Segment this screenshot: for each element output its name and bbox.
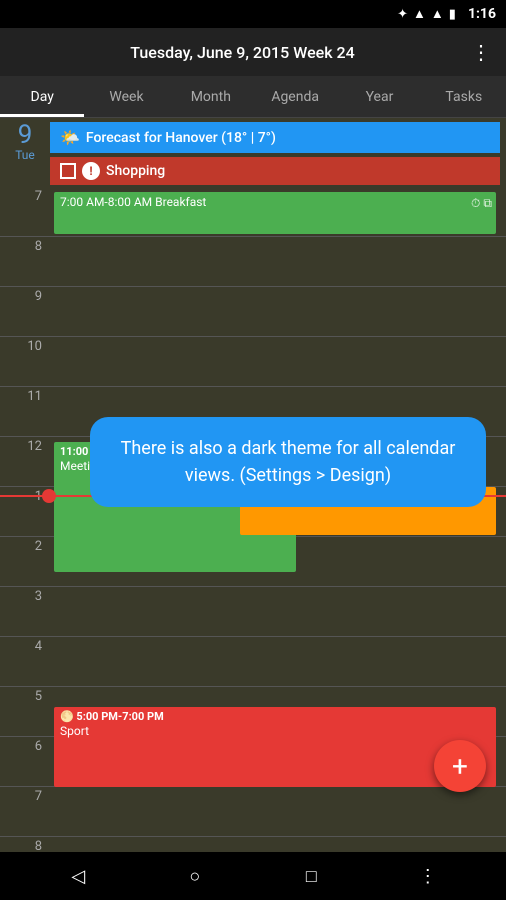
breakfast-event-time: 7:00 AM-8:00 AM Breakfast <box>60 195 206 209</box>
tab-bar: Day Week Month Agenda Year Tasks <box>0 76 506 118</box>
add-icon: + <box>452 750 468 783</box>
signal-icon: ▲ <box>431 6 444 22</box>
app-header: Tuesday, June 9, 2015 Week 24 ⋮ <box>0 28 506 76</box>
time-label-7b: 7 <box>0 787 50 836</box>
time-label-12: 12 <box>0 437 50 486</box>
forecast-event[interactable]: 🌤️ Forecast for Hanover (18° | 7°) <box>50 122 500 153</box>
shopping-event[interactable]: ! Shopping <box>50 157 500 185</box>
sport-emoji: 🌕 <box>60 710 74 723</box>
time-label-5: 5 <box>0 687 50 736</box>
current-time-dot <box>42 489 56 503</box>
sport-event-time: 🌕 5:00 PM-7:00 PM <box>60 710 490 724</box>
time-row-7b: 7 <box>0 787 506 837</box>
wifi-icon: ▲ <box>413 6 426 22</box>
status-icons: ✦ ▲ ▲ ▮ <box>397 6 456 22</box>
tab-year[interactable]: Year <box>337 76 421 117</box>
tab-agenda[interactable]: Agenda <box>253 76 337 117</box>
recents-button[interactable]: □ <box>291 856 331 896</box>
day-name: Tue <box>15 148 35 162</box>
status-bar: ✦ ▲ ▲ ▮ 1:16 <box>0 0 506 28</box>
all-day-events: 9 Tue 🌤️ Forecast for Hanover (18° | 7°)… <box>0 118 506 187</box>
battery-icon: ▮ <box>449 7 456 22</box>
time-row-9: 9 <box>0 287 506 337</box>
more-menu-button[interactable]: ⋮ <box>471 40 492 64</box>
add-event-fab[interactable]: + <box>434 740 486 792</box>
day-number: 9 <box>18 122 33 148</box>
sport-event-name: Sport <box>60 724 490 740</box>
time-label-4: 4 <box>0 637 50 686</box>
time-row-8b: 8 <box>0 837 506 852</box>
home-icon: ○ <box>189 866 200 887</box>
nav-more-icon: ⋮ <box>419 866 437 887</box>
recents-icon: □ <box>306 866 317 887</box>
time-label-3: 3 <box>0 587 50 636</box>
shopping-label: Shopping <box>106 163 165 179</box>
header-title: Tuesday, June 9, 2015 Week 24 <box>38 43 447 62</box>
time-label-8b: 8 <box>0 837 50 852</box>
sport-event[interactable]: 🌕 5:00 PM-7:00 PM Sport <box>54 707 496 787</box>
tab-day[interactable]: Day <box>0 76 84 117</box>
time-row-4: 4 <box>0 637 506 687</box>
shopping-alert-icon: ! <box>82 162 100 180</box>
tab-tasks[interactable]: Tasks <box>422 76 506 117</box>
breakfast-event-icons: ⏱ ⧉ <box>471 196 492 212</box>
status-time: 1:16 <box>468 6 496 22</box>
bluetooth-icon: ✦ <box>397 7 408 22</box>
time-row-10: 10 <box>0 337 506 387</box>
day-header: 9 Tue <box>0 118 50 187</box>
clock-icon: ⏱ <box>471 196 480 212</box>
time-label-9: 9 <box>0 287 50 336</box>
tab-month[interactable]: Month <box>169 76 253 117</box>
time-label-2: 2 <box>0 537 50 586</box>
shopping-checkbox[interactable] <box>60 163 76 179</box>
back-icon: ◁ <box>71 866 85 887</box>
forecast-icon: 🌤️ <box>60 128 80 147</box>
time-row-3: 3 <box>0 587 506 637</box>
time-row-8: 8 <box>0 237 506 287</box>
tooltip-bubble: There is also a dark theme for all calen… <box>90 417 486 507</box>
time-label-11: 11 <box>0 387 50 436</box>
time-label-6: 6 <box>0 737 50 786</box>
home-button[interactable]: ○ <box>175 856 215 896</box>
time-grid: 7 8 9 10 11 12 1 2 <box>0 187 506 852</box>
time-label-8: 8 <box>0 237 50 286</box>
nav-more-button[interactable]: ⋮ <box>408 856 448 896</box>
tooltip-text: There is also a dark theme for all calen… <box>121 438 456 486</box>
bottom-nav: ◁ ○ □ ⋮ <box>0 852 506 900</box>
back-button[interactable]: ◁ <box>58 856 98 896</box>
time-label-7: 7 <box>0 187 50 236</box>
expand-icon: ⧉ <box>483 196 492 212</box>
forecast-label: Forecast for Hanover (18° | 7°) <box>86 130 276 146</box>
tab-week[interactable]: Week <box>84 76 168 117</box>
time-label-10: 10 <box>0 337 50 386</box>
breakfast-event[interactable]: 7:00 AM-8:00 AM Breakfast ⏱ ⧉ <box>54 192 496 234</box>
calendar-content: 9 Tue 🌤️ Forecast for Hanover (18° | 7°)… <box>0 118 506 852</box>
